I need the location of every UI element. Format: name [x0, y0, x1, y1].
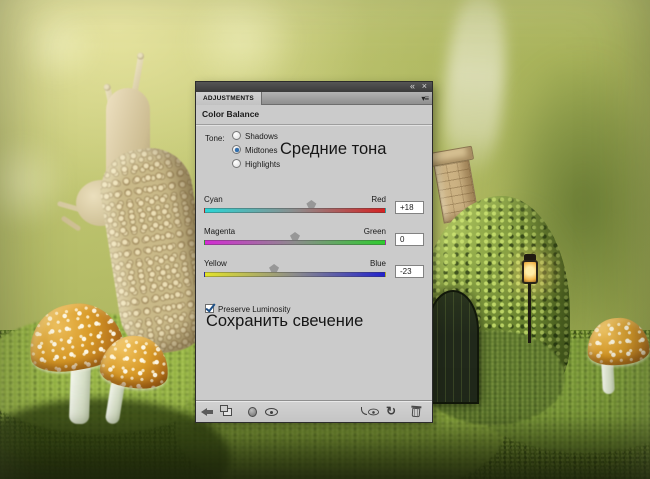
panel-title-bar: « ×: [196, 82, 432, 92]
delete-adjustment-button[interactable]: [409, 405, 425, 419]
tone-label: Tone:: [205, 134, 225, 143]
toggle-visibility-button[interactable]: [264, 405, 280, 419]
value-input-cyan-red[interactable]: +18: [395, 201, 424, 214]
eye-icon: [368, 409, 379, 416]
radio-button-icon[interactable]: [232, 145, 241, 154]
value-input-magenta-green[interactable]: 0: [395, 233, 424, 246]
eye-icon: [265, 408, 278, 416]
collapse-to-icons-icon[interactable]: «: [410, 81, 415, 92]
radio-button-icon[interactable]: [232, 131, 241, 140]
foreground-moss-blur: [0, 415, 650, 479]
affect-all-layers-button[interactable]: [245, 405, 261, 419]
clip-to-layer-icon: [223, 408, 232, 416]
color-balance-slider-cyan-red: Cyan Red: [204, 195, 386, 221]
return-to-adjustment-list-button[interactable]: [201, 405, 217, 419]
radio-highlights[interactable]: Highlights: [232, 159, 302, 170]
reset-button[interactable]: ↻: [386, 405, 402, 419]
panel-footer-toolbar: ↻: [196, 400, 432, 422]
slider-labels: Yellow Blue: [204, 259, 386, 269]
circle-icon: [248, 407, 257, 417]
adjustments-panel: « × ADJUSTMENTS ▾≡ Color Balance Tone: S…: [196, 82, 432, 422]
slider-label-right: Red: [371, 195, 386, 204]
slider-label-right: Blue: [370, 259, 386, 268]
annotation-midtones-russian: Средние тона: [280, 140, 386, 159]
bokeh-blob: [15, 5, 100, 85]
color-balance-slider-yellow-blue: Yellow Blue: [204, 259, 386, 285]
screenshot-stage: « × ADJUSTMENTS ▾≡ Color Balance Tone: S…: [0, 0, 650, 479]
panel-tab-bar: ADJUSTMENTS ▾≡: [196, 92, 432, 105]
slider-label-left: Magenta: [204, 227, 235, 236]
slider-track[interactable]: [204, 240, 386, 245]
value-input-yellow-blue[interactable]: -23: [395, 265, 424, 278]
close-icon[interactable]: ×: [422, 81, 427, 92]
clip-to-layer-button[interactable]: [221, 405, 237, 419]
curve-arrow-icon: [361, 407, 367, 415]
radio-button-icon[interactable]: [232, 159, 241, 168]
slider-track[interactable]: [204, 272, 386, 277]
slider-label-left: Cyan: [204, 195, 223, 204]
slider-track[interactable]: [204, 208, 386, 213]
slider-label-left: Yellow: [204, 259, 227, 268]
lantern: [522, 260, 538, 284]
slider-labels: Cyan Red: [204, 195, 386, 205]
arrow-left-icon-bar: [207, 410, 213, 414]
trash-icon: [412, 408, 421, 418]
reset-icon: ↻: [386, 404, 396, 419]
color-balance-slider-magenta-green: Magenta Green: [204, 227, 386, 253]
radio-label: Highlights: [245, 160, 280, 169]
slider-label-right: Green: [364, 227, 386, 236]
panel-title: Color Balance: [202, 109, 259, 119]
wooden-door: [427, 290, 479, 404]
tab-adjustments[interactable]: ADJUSTMENTS: [196, 92, 262, 105]
panel-menu-icon[interactable]: ▾≡: [421, 94, 428, 103]
radio-label: Midtones: [245, 146, 277, 155]
view-previous-state-button[interactable]: [364, 405, 380, 419]
annotation-preserve-russian: Сохранить свечение: [206, 312, 363, 331]
divider: [196, 124, 432, 125]
radio-label: Shadows: [245, 132, 278, 141]
